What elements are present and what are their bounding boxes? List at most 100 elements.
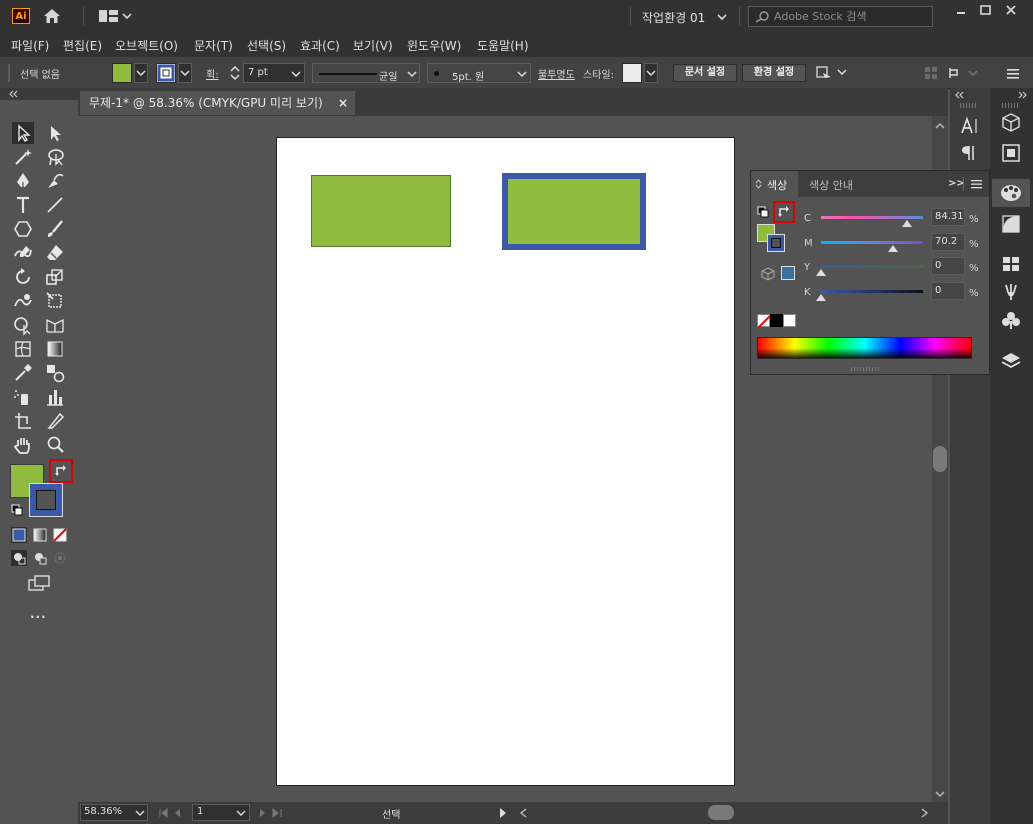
artboard-number-field[interactable]: 1 (192, 804, 250, 821)
menu-select[interactable]: 선택(S) (247, 37, 286, 54)
gradient-mode-icon[interactable] (32, 527, 48, 543)
brush-definition-dropdown[interactable]: 5pt. 원 (427, 63, 531, 83)
dock-grip[interactable] (960, 103, 978, 108)
color-panel-icon-active[interactable] (992, 179, 1030, 207)
panel-menu-icon[interactable] (971, 179, 983, 189)
minimize-button[interactable] (949, 3, 973, 19)
opacity-label[interactable]: 불투명도 (538, 66, 575, 81)
polygon-tool-icon[interactable] (12, 218, 34, 240)
artboard-tool-icon[interactable] (12, 410, 34, 432)
close-tab-icon[interactable]: × (338, 91, 348, 115)
menu-edit[interactable]: 편집(E) (63, 37, 102, 54)
screen-mode-icon[interactable] (27, 574, 53, 594)
black-swatch[interactable] (770, 314, 783, 327)
layers-panel-icon[interactable] (999, 350, 1023, 372)
channel-value-y[interactable]: 0 (931, 257, 965, 275)
stroke-label[interactable]: 획: (206, 66, 219, 81)
menu-view[interactable]: 보기(V) (353, 37, 393, 54)
scroll-down-icon[interactable] (935, 790, 945, 798)
default-fill-stroke-icon[interactable] (757, 206, 769, 218)
symbols-panel-icon[interactable] (999, 309, 1023, 331)
document-setup-button[interactable]: 문서 설정 (673, 64, 737, 82)
direct-selection-tool-icon[interactable] (44, 122, 66, 144)
tab-color-guide[interactable]: 색상 안내 (809, 177, 853, 193)
scale-tool-icon[interactable] (44, 266, 66, 288)
arrange-icon[interactable] (815, 64, 849, 82)
swap-fill-stroke-icon[interactable] (52, 462, 70, 480)
expand-panels-icon[interactable] (954, 91, 964, 99)
web-safe-color-swatch[interactable] (781, 266, 795, 280)
draw-inside-icon[interactable] (52, 550, 68, 566)
edit-toolbar-button[interactable]: ... (30, 607, 47, 621)
preferences-button[interactable]: 환경 설정 (742, 64, 806, 82)
default-fill-stroke-icon[interactable] (11, 504, 23, 516)
draw-behind-icon[interactable] (32, 550, 48, 566)
none-swatch[interactable] (757, 314, 771, 328)
menu-file[interactable]: 파일(F) (11, 37, 49, 54)
scroll-up-icon[interactable] (935, 122, 945, 130)
properties-panel-icon[interactable] (999, 142, 1023, 164)
scroll-left-icon[interactable] (518, 807, 528, 819)
channel-value-c[interactable]: 84.31 (931, 208, 965, 226)
slider-track-c[interactable] (821, 216, 923, 219)
draw-normal-icon[interactable] (11, 550, 27, 566)
grip-handle[interactable] (8, 64, 10, 82)
eraser-tool-icon[interactable] (44, 242, 66, 264)
stroke-color-box[interactable] (29, 483, 63, 517)
type-tool-icon[interactable] (12, 194, 34, 216)
rotate-tool-icon[interactable] (12, 266, 34, 288)
color-guide-panel-icon[interactable] (999, 213, 1023, 235)
column-graph-tool-icon[interactable] (44, 386, 66, 408)
slider-track-m[interactable] (821, 240, 923, 244)
shaper-tool-icon[interactable] (12, 242, 34, 264)
transform-icon[interactable] (947, 65, 985, 81)
menu-effect[interactable]: 효과(C) (300, 37, 340, 54)
stroke-color-dropdown[interactable] (156, 62, 194, 84)
magic-wand-tool-icon[interactable] (12, 146, 34, 168)
mesh-tool-icon[interactable] (12, 338, 34, 360)
vertical-scroll-thumb[interactable] (933, 446, 947, 472)
slider-thumb-y[interactable] (816, 269, 826, 276)
hand-tool-icon[interactable] (12, 434, 34, 456)
perspective-grid-tool-icon[interactable] (44, 314, 66, 336)
stroke-weight-field[interactable]: 7 pt (243, 63, 305, 83)
document-tab[interactable]: 무제-1* @ 58.36% (CMYK/GPU 미리 보기) × (80, 91, 355, 115)
slider-thumb-c[interactable] (901, 220, 912, 227)
white-swatch[interactable] (783, 314, 796, 327)
curvature-tool-icon[interactable] (44, 170, 66, 192)
channel-value-k[interactable]: 0 (931, 281, 965, 300)
blend-tool-icon[interactable] (44, 362, 66, 384)
panel-menu-icon[interactable] (1005, 65, 1021, 81)
stroke-weight-stepper[interactable] (228, 63, 242, 83)
workspace-switcher[interactable]: 작업환경 01 (642, 9, 732, 25)
graphic-style-dropdown[interactable] (622, 63, 660, 83)
slice-tool-icon[interactable] (44, 410, 66, 432)
brushes-panel-icon[interactable] (999, 281, 1023, 303)
zoom-tool-icon[interactable] (44, 434, 66, 456)
selection-tool-icon[interactable] (12, 122, 34, 144)
green-rectangle-blue-stroke[interactable] (502, 173, 646, 250)
next-last-artboard-icon[interactable] (256, 808, 286, 818)
toolbar-header[interactable] (0, 88, 78, 100)
warp-tool-icon[interactable] (12, 290, 34, 312)
menu-window[interactable]: 윈도우(W) (407, 37, 461, 54)
maximize-button[interactable] (973, 3, 997, 19)
paragraph-panel-icon[interactable] (958, 142, 982, 164)
close-window-button[interactable] (999, 3, 1023, 19)
arrange-documents-icon[interactable] (99, 10, 133, 24)
home-icon[interactable] (43, 8, 61, 24)
collapse-dock-icon[interactable] (1018, 91, 1028, 99)
menu-help[interactable]: 도움말(H) (477, 37, 529, 54)
status-menu-arrow-icon[interactable] (498, 807, 508, 819)
libraries-panel-icon[interactable] (999, 112, 1023, 134)
dock-grip[interactable] (1002, 103, 1020, 108)
swap-fill-stroke-icon[interactable] (776, 204, 792, 220)
line-segment-tool-icon[interactable] (44, 194, 66, 216)
channel-value-m[interactable]: 70.2 (931, 232, 965, 251)
menu-type[interactable]: 문자(T) (194, 37, 233, 54)
gradient-tool-icon[interactable] (44, 338, 66, 360)
scroll-right-icon[interactable] (920, 807, 930, 819)
collapse-icon[interactable] (8, 90, 18, 98)
color-spectrum-bar[interactable] (757, 337, 972, 359)
color-mode-icon[interactable] (11, 527, 27, 543)
